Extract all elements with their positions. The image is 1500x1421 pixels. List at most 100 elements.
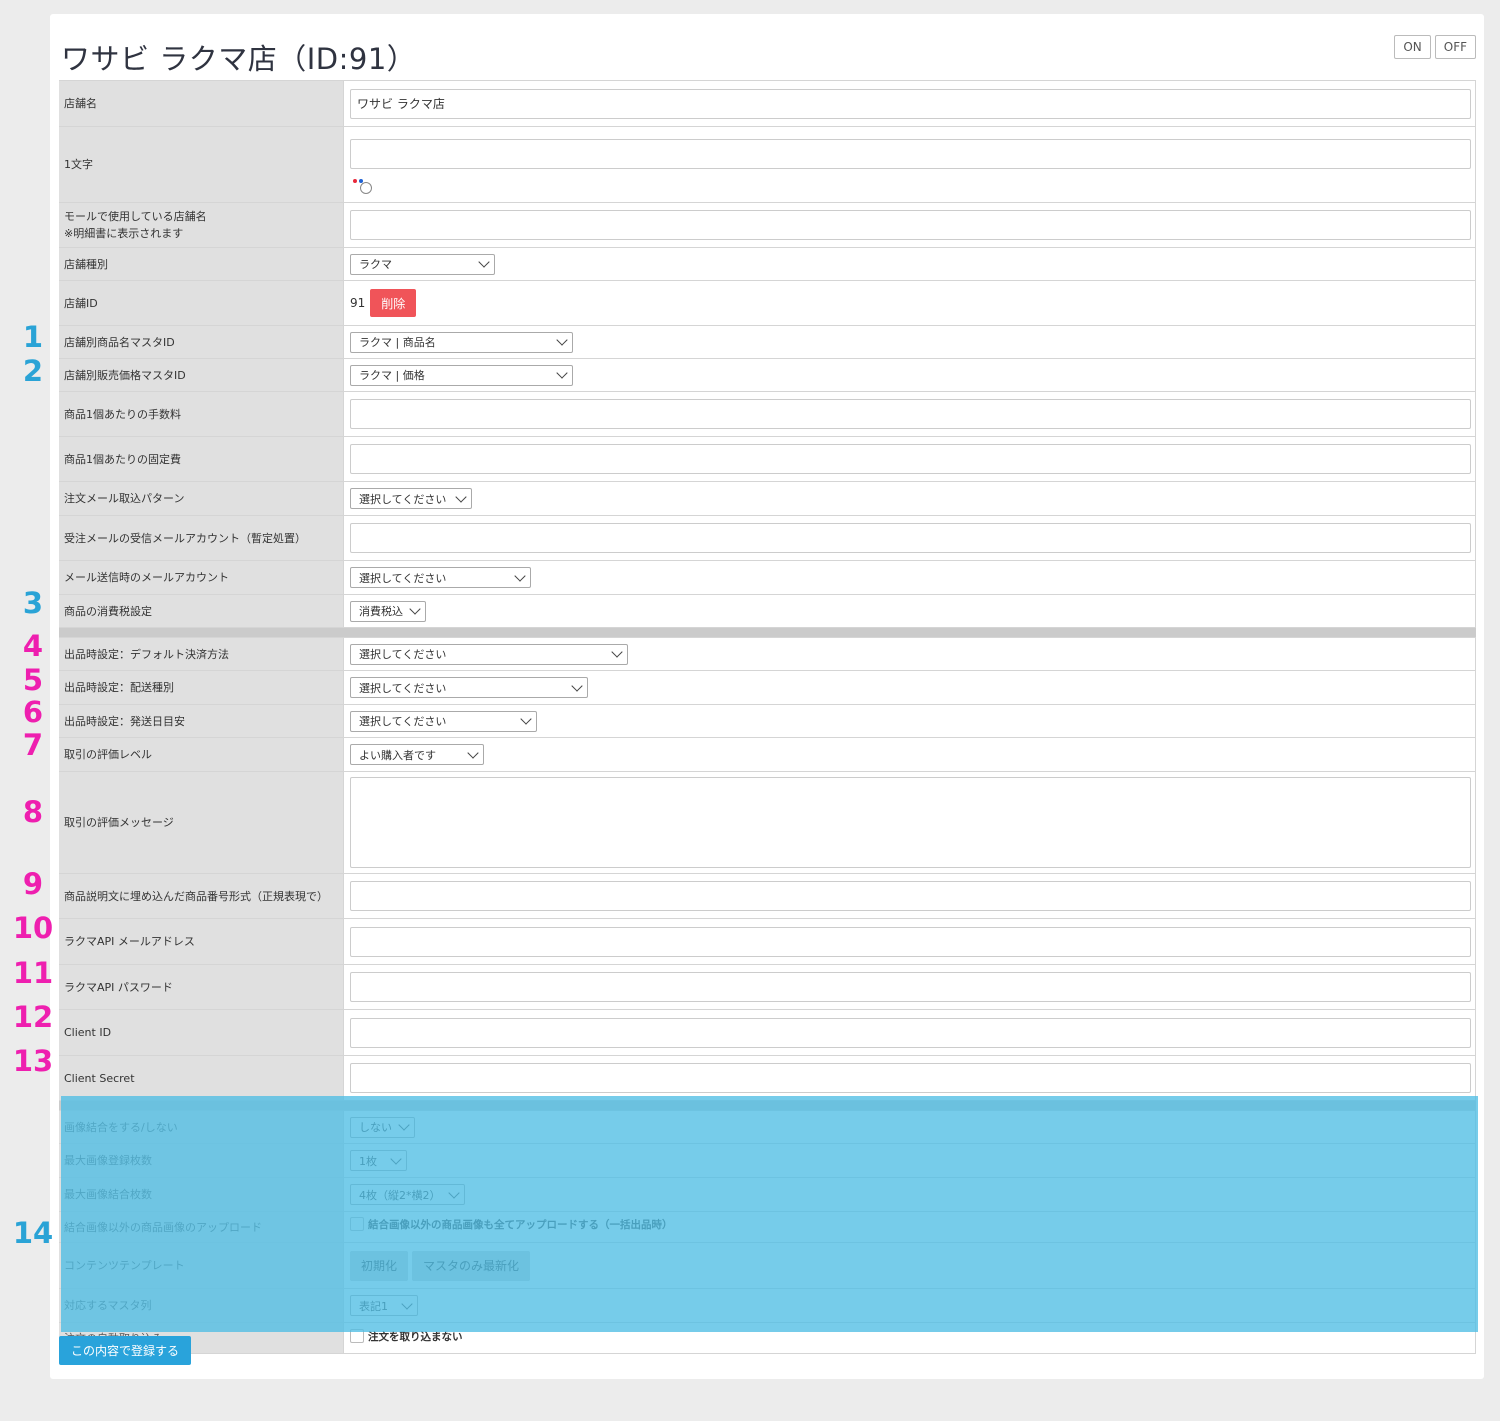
label-one-char: 1文字 <box>59 127 344 202</box>
row-auto-import: 注文の自動取り込み 注文を取り込まない <box>59 1323 1476 1354</box>
circle-icon <box>360 182 372 194</box>
row-default-payment: 出品時設定：デフォルト決済方法 選択してください <box>59 638 1476 671</box>
receiving-mail-input[interactable] <box>350 523 1471 553</box>
chevron-down-icon <box>448 1186 460 1199</box>
label-shop-type: 店舗種別 <box>59 248 344 280</box>
section-divider <box>59 1101 1476 1111</box>
chevron-down-icon <box>611 646 623 658</box>
label-client-secret: Client Secret <box>59 1056 344 1100</box>
initialize-button[interactable]: 初期化 <box>350 1250 409 1281</box>
chevron-down-icon <box>455 490 467 503</box>
row-shipping-type: 出品時設定：配送種別 選択してください <box>59 671 1476 705</box>
chevron-down-icon <box>556 334 568 346</box>
ship-days-select[interactable]: 選択してください <box>350 710 537 732</box>
annotation-number: 7 <box>22 728 44 762</box>
price-master-value: ラクマ | 価格 <box>359 369 425 382</box>
sending-mail-value: 選択してください <box>359 571 447 585</box>
mall-shop-name-input[interactable] <box>350 210 1471 240</box>
sending-mail-select[interactable]: 選択してください <box>350 567 531 588</box>
max-merge-select[interactable]: 4枚（縦2*横2） <box>350 1184 465 1205</box>
chevron-down-icon <box>401 1297 413 1310</box>
shipping-type-select[interactable]: 選択してください <box>350 677 588 698</box>
annotation-number: 12 <box>12 1000 54 1034</box>
row-api-email: ラクマAPI メールアドレス <box>59 919 1476 965</box>
auto-import-checkbox[interactable] <box>350 1329 364 1343</box>
image-merge-select[interactable]: しない <box>350 1116 415 1138</box>
order-mail-pattern-select[interactable]: 選択してください <box>350 488 472 509</box>
row-ship-days: 出品時設定：発送日目安 選択してください <box>59 705 1476 738</box>
color-picker-icon[interactable] <box>350 176 376 194</box>
row-rating-message: 取引の評価メッセージ <box>59 772 1476 874</box>
rating-message-textarea[interactable] <box>350 777 1471 868</box>
rating-level-select[interactable]: よい購入者です <box>350 744 484 765</box>
chevron-down-icon <box>467 746 479 759</box>
client-id-input[interactable] <box>350 1017 1471 1048</box>
label-item-number-regex: 商品説明文に埋め込んだ商品番号形式（正規表現で） <box>59 874 344 918</box>
off-button[interactable]: OFF <box>1434 35 1476 59</box>
label-receiving-mail: 受注メールの受信メールアカウント（暫定処置） <box>59 516 344 560</box>
master-column-select[interactable]: 表記1 <box>350 1295 418 1316</box>
on-off-toggle: ON OFF <box>1394 35 1476 59</box>
row-mall-shop-name: モールで使用している店舗名 ※明細書に表示されます <box>59 203 1476 248</box>
label-fee-per-item: 商品1個あたりの手数料 <box>59 392 344 436</box>
row-image-merge: 画像結合をする/しない しない <box>59 1111 1476 1144</box>
label-upload-other: 結合画像以外の商品画像のアップロード <box>59 1212 344 1242</box>
label-image-merge: 画像結合をする/しない <box>59 1111 344 1143</box>
row-rating-level: 取引の評価レベル よい購入者です <box>59 738 1476 772</box>
annotation-number: 3 <box>22 586 44 620</box>
row-fee-per-item: 商品1個あたりの手数料 <box>59 392 1476 437</box>
default-payment-value: 選択してください <box>359 648 447 661</box>
chevron-down-icon <box>409 603 421 615</box>
row-content-template: コンテンツテンプレート 初期化 マスタのみ最新化 <box>59 1243 1476 1289</box>
shop-name-input[interactable] <box>350 88 1471 119</box>
section-divider <box>59 628 1476 638</box>
row-shop-id: 店舗ID 91 削除 <box>59 281 1476 326</box>
api-email-input[interactable] <box>350 926 1471 957</box>
annotation-number: 5 <box>22 663 44 697</box>
row-client-secret: Client Secret <box>59 1056 1476 1101</box>
tax-setting-value: 消費税込 <box>359 605 403 618</box>
row-shop-type: 店舗種別 ラクマ <box>59 248 1476 281</box>
row-max-images: 最大画像登録枚数 1枚 <box>59 1144 1476 1178</box>
on-button[interactable]: ON <box>1394 35 1431 59</box>
tax-setting-select[interactable]: 消費税込 <box>350 600 426 622</box>
row-product-name-master: 店舗別商品名マスタID ラクマ | 商品名 <box>59 326 1476 359</box>
product-name-master-select[interactable]: ラクマ | 商品名 <box>350 331 573 353</box>
image-merge-value: しない <box>359 1121 392 1134</box>
ship-days-value: 選択してください <box>359 715 447 728</box>
order-mail-pattern-value: 選択してください <box>359 492 447 506</box>
fee-per-item-input[interactable] <box>350 399 1471 429</box>
annotation-number: 11 <box>12 956 54 990</box>
chevron-down-icon <box>514 569 526 582</box>
register-submit-button[interactable]: この内容で登録する <box>59 1336 192 1365</box>
price-master-select[interactable]: ラクマ | 価格 <box>350 364 573 386</box>
shop-settings-form: 店舗名 1文字 モールで使用している店舗名 ※明細書に表示されます 店舗種別 ラ… <box>59 80 1476 1354</box>
api-password-input[interactable] <box>350 972 1471 1002</box>
shop-type-select[interactable]: ラクマ <box>350 253 495 275</box>
upload-other-checkbox[interactable] <box>350 1217 364 1231</box>
refresh-master-button[interactable]: マスタのみ最新化 <box>412 1250 531 1281</box>
red-dot-icon <box>353 179 357 183</box>
page-title: ワサビ ラクマ店（ID:91） <box>61 42 417 76</box>
row-fixed-cost: 商品1個あたりの固定費 <box>59 437 1476 482</box>
shop-type-value: ラクマ <box>359 258 392 271</box>
label-ship-days: 出品時設定：発送日目安 <box>59 705 344 737</box>
chevron-down-icon <box>390 1152 402 1165</box>
label-master-column: 対応するマスタ列 <box>59 1289 344 1322</box>
auto-import-checkbox-label: 注文を取り込まない <box>368 1331 463 1343</box>
fixed-cost-input[interactable] <box>350 444 1471 474</box>
label-rating-level: 取引の評価レベル <box>59 738 344 771</box>
default-payment-select[interactable]: 選択してください <box>350 643 628 665</box>
row-shop-name: 店舗名 <box>59 81 1476 127</box>
label-shipping-type: 出品時設定：配送種別 <box>59 671 344 704</box>
row-max-merge: 最大画像結合枚数 4枚（縦2*横2） <box>59 1178 1476 1212</box>
delete-button[interactable]: 削除 <box>370 289 417 317</box>
one-char-input[interactable] <box>350 139 1471 169</box>
annotation-number: 6 <box>22 695 44 729</box>
row-one-char: 1文字 <box>59 127 1476 203</box>
max-images-select[interactable]: 1枚 <box>350 1150 407 1171</box>
image-settings-group: 画像結合をする/しない しない 最大画像登録枚数 1枚 最大画像結合枚数 4枚（… <box>59 1111 1476 1354</box>
shipping-type-value: 選択してください <box>359 681 447 695</box>
client-secret-input[interactable] <box>350 1063 1471 1093</box>
item-number-regex-input[interactable] <box>350 881 1471 911</box>
